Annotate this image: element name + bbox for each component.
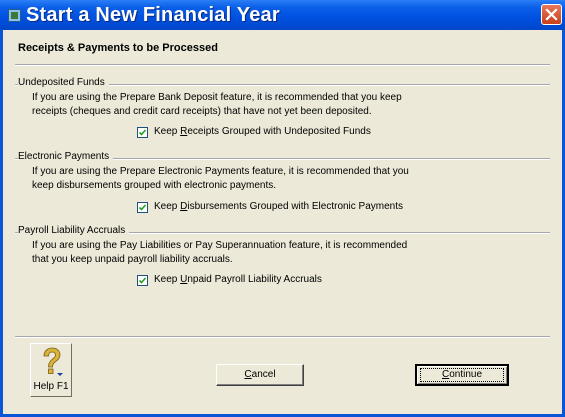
checkbox-keep-receipts[interactable] [137, 127, 148, 138]
cancel-button[interactable]: Cancel [216, 364, 304, 386]
group-description: If you are using the Pay Liabilities or … [32, 240, 408, 265]
help-label: Help F1 [33, 381, 69, 392]
window-title: Start a New Financial Year [26, 4, 280, 26]
checkbox-keep-unpaid-payroll[interactable] [137, 275, 148, 286]
checkmark-icon [138, 277, 147, 284]
focus-rectangle [420, 368, 504, 382]
section-divider [15, 64, 550, 66]
dialog-window: Start a New Financial Year Receipts & Pa… [0, 0, 565, 417]
group-title-payroll-liability-accruals: Payroll Liability Accruals [18, 225, 130, 236]
footer-divider [15, 336, 550, 338]
close-icon [545, 8, 558, 21]
section-heading: Receipts & Payments to be Processed [18, 42, 222, 54]
help-button[interactable]: Help F1 [30, 343, 72, 397]
checkmark-icon [138, 204, 147, 211]
group-title-undeposited-funds: Undeposited Funds [18, 77, 109, 88]
checkbox-label-keep-disbursements[interactable]: Keep Disbursements Grouped with Electron… [154, 201, 403, 212]
group-description: If you are using the Prepare Electronic … [32, 166, 409, 191]
app-icon [8, 9, 21, 22]
checkbox-label-keep-unpaid-payroll[interactable]: Keep Unpaid Payroll Liability Accruals [154, 274, 322, 285]
group-title-electronic-payments: Electronic Payments [18, 151, 114, 162]
group-description: If you are using the Prepare Bank Deposi… [32, 92, 402, 117]
checkmark-icon [138, 129, 147, 136]
help-question-icon [43, 347, 63, 376]
title-bar[interactable]: Start a New Financial Year [0, 0, 565, 30]
checkbox-label-keep-receipts[interactable]: Keep Receipts Grouped with Undeposited F… [154, 126, 371, 137]
dialog-body: Receipts & Payments to be Processed Unde… [3, 30, 562, 414]
close-button[interactable] [541, 4, 562, 25]
checkbox-keep-disbursements[interactable] [137, 202, 148, 213]
continue-button[interactable]: Continue [415, 364, 509, 386]
